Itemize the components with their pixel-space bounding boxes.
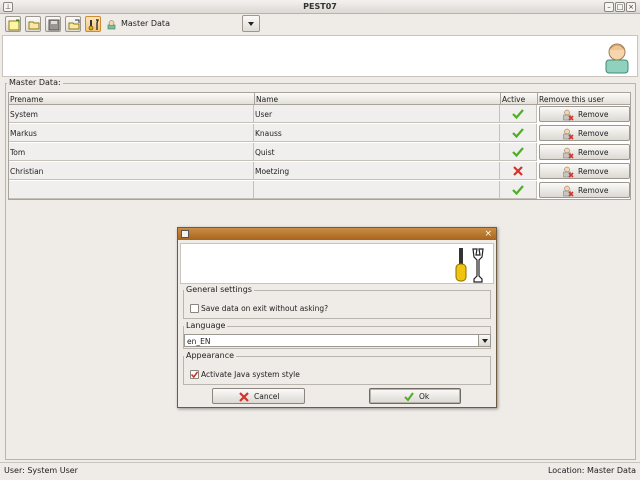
remove-user-icon [563,185,574,197]
remove-user-button[interactable]: Remove [539,182,630,198]
window-title: PEST07 [303,2,337,11]
save-on-exit-checkbox[interactable] [190,304,199,313]
active-cell[interactable] [500,181,537,199]
name-cell[interactable]: Knauss [254,124,500,142]
remove-user-label: Remove [578,129,609,138]
master-data-group-title: Master Data: [7,78,63,87]
language-title: Language [184,321,228,330]
remove-user-icon [563,128,574,140]
settings-button[interactable] [85,16,101,32]
minimize-button[interactable]: – [604,2,614,12]
checkmark-icon [191,371,198,378]
active-cell[interactable] [500,143,537,161]
language-value: en_EN [187,337,211,346]
active-cell[interactable] [500,162,537,180]
remove-user-icon [563,109,574,121]
status-bar [0,462,640,480]
remove-user-button[interactable]: Remove [539,106,630,122]
name-cell[interactable]: User [254,105,500,123]
ok-button[interactable]: Ok [369,388,461,404]
column-header-prename[interactable]: Prename [9,93,255,105]
remove-user-label: Remove [578,110,609,119]
column-header-name[interactable]: Name [255,93,501,105]
master-data-icon [107,20,116,30]
column-header-active[interactable]: Active [501,93,538,105]
settings-icon [88,19,99,31]
prename-cell[interactable]: Markus [9,124,254,142]
ok-label: Ok [419,392,430,401]
inactive-cross-icon [513,166,523,176]
export-icon [68,19,80,30]
header-banner [2,35,638,77]
dialog-banner [180,243,494,284]
name-cell[interactable]: Quist [254,143,500,161]
tools-icon [455,248,484,283]
remove-user-label: Remove [578,186,609,195]
module-dropdown-button[interactable] [242,15,260,32]
active-check-icon [512,128,524,139]
remove-user-button[interactable]: Remove [539,163,630,179]
window-titlebar[interactable]: ⊥ PEST07 – □ × [0,0,640,14]
status-location: Location: Master Data [547,466,636,475]
remove-user-label: Remove [578,148,609,157]
active-check-icon [512,185,524,196]
chevron-down-icon[interactable] [478,335,490,346]
prename-cell[interactable]: System [9,105,254,123]
close-window-button[interactable]: × [626,2,636,12]
save-icon [48,19,60,31]
prename-cell[interactable]: Tom [9,143,254,161]
save-button[interactable] [45,16,61,32]
active-cell[interactable] [500,105,537,123]
dialog-titlebar[interactable]: × [178,228,496,240]
appearance-title: Appearance [184,351,237,360]
cancel-icon [239,392,249,402]
general-settings-title: General settings [184,285,254,294]
java-style-checkbox[interactable] [190,370,199,379]
new-button[interactable] [5,16,21,32]
user-avatar-icon [605,43,629,74]
ok-check-icon [404,392,414,402]
remove-user-button[interactable]: Remove [539,125,630,141]
maximize-button[interactable]: □ [615,2,625,12]
name-cell[interactable] [254,181,500,199]
folder-icon [28,21,40,30]
prename-cell[interactable] [9,181,254,199]
remove-user-button[interactable]: Remove [539,144,630,160]
cancel-button[interactable]: Cancel [212,388,305,404]
dialog-close-button[interactable]: × [484,229,492,239]
export-button[interactable] [65,16,81,32]
cancel-label: Cancel [254,392,280,401]
module-selector-value[interactable]: Master Data [121,19,170,28]
language-select[interactable]: en_EN [184,334,491,347]
new-icon [8,19,20,31]
active-check-icon [512,147,524,158]
remove-user-icon [563,166,574,178]
remove-user-label: Remove [578,167,609,176]
prename-cell[interactable]: Christian [9,162,254,180]
dialog-menu-icon[interactable] [181,230,189,238]
remove-user-icon [563,147,574,159]
status-user: User: System User [4,466,78,475]
open-button[interactable] [25,16,41,32]
toolbar [0,14,640,34]
name-cell[interactable]: Moetzing [254,162,500,180]
active-cell[interactable] [500,124,537,142]
active-check-icon [512,109,524,120]
java-style-label[interactable]: Activate Java system style [201,370,300,379]
column-header-remove[interactable]: Remove this user [538,93,631,105]
save-on-exit-label[interactable]: Save data on exit without asking? [201,304,328,313]
